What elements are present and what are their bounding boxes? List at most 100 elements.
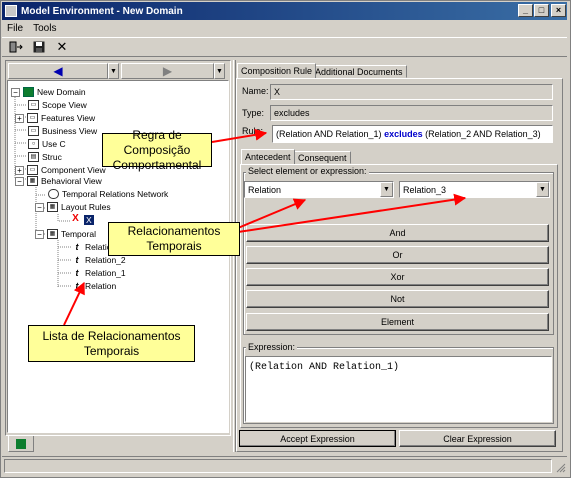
menu-file[interactable]: File [7, 23, 23, 34]
view-icon: ○ [28, 139, 39, 149]
domain-tab-icon [16, 438, 26, 449]
forward-button[interactable]: ▶ [121, 63, 214, 79]
clear-expression-button[interactable]: Clear Expression [399, 430, 556, 447]
tree-node-structural-view[interactable]: ▤ Struc [28, 151, 62, 163]
tree-node-new-domain[interactable]: − New Domain [11, 86, 86, 98]
tree-node-features-view[interactable]: + ▭ Features View [15, 112, 96, 124]
collapse-icon[interactable]: − [35, 229, 44, 239]
type-label: Type: [242, 108, 265, 118]
back-arrow-icon: ◀ [53, 64, 63, 78]
tree-node-temporal-relations-network[interactable]: Temporal Relations Network [48, 188, 168, 200]
toolbar: ✕ [2, 37, 567, 57]
tree-node-relation-1[interactable]: t Relation_1 [72, 267, 126, 279]
save-icon[interactable] [30, 39, 48, 55]
resize-grip-icon[interactable] [555, 462, 566, 473]
tree-label: Struc [42, 152, 62, 162]
close-button[interactable]: × [551, 4, 566, 17]
tree-label: Features View [41, 113, 96, 123]
view-icon: ▤ [28, 152, 39, 162]
tree-label: Temporal Relations Network [62, 189, 169, 199]
collapse-icon[interactable]: − [35, 202, 44, 212]
callout-lista-relacionamentos: Lista de Relacionamentos Temporais [28, 325, 195, 362]
collapse-icon[interactable]: − [15, 176, 24, 186]
maximize-button[interactable]: □ [534, 4, 549, 17]
exit-icon[interactable] [7, 39, 25, 55]
view-icon: ▭ [27, 113, 38, 123]
domain-icon [23, 87, 34, 97]
view-icon: ▭ [28, 100, 39, 110]
menu-tools[interactable]: Tools [33, 23, 56, 34]
element-select-right[interactable]: Relation_3 [399, 181, 550, 198]
collapse-icon[interactable]: − [11, 87, 20, 97]
temporal-relation-icon: t [75, 280, 79, 291]
not-button[interactable]: Not [246, 290, 549, 308]
temporal-relation-icon: t [75, 267, 79, 278]
element-button[interactable]: Element [246, 313, 549, 331]
tree-label: New Domain [37, 87, 86, 97]
view-icon: ▭ [28, 126, 39, 136]
chevron-down-icon[interactable]: ▼ [536, 182, 549, 197]
expression-textarea[interactable]: (Relation AND Relation_1) [245, 356, 552, 422]
tree-label: Component View [41, 165, 106, 175]
xor-button[interactable]: Xor [246, 268, 549, 286]
tree-label: X [84, 215, 94, 225]
temporal-relation-icon: t [75, 241, 79, 252]
tree-label: Scope View [42, 100, 87, 110]
name-field[interactable]: X [270, 84, 553, 100]
chevron-down-icon[interactable]: ▼ [380, 182, 393, 197]
rule-x-icon: X [72, 213, 79, 224]
temporal-icon: ▦ [47, 229, 58, 239]
tree-label: Relation [85, 281, 117, 291]
element-select-left-value: Relation [248, 184, 282, 195]
tree-label: Relation_2 [85, 255, 126, 265]
tree-label: Business View [42, 126, 98, 136]
expression-label: Expression: [246, 342, 298, 352]
tree-node-scope-view[interactable]: ▭ Scope View [28, 99, 87, 111]
rule-field[interactable]: (Relation AND Relation_1) excludes (Rela… [272, 125, 553, 143]
element-select-left[interactable]: Relation [244, 181, 394, 198]
or-button[interactable]: Or [246, 246, 549, 264]
tab-consequent[interactable]: Consequent [294, 151, 351, 164]
accept-expression-button[interactable]: Accept Expression [239, 430, 396, 447]
expand-icon[interactable]: + [15, 113, 24, 123]
tree-label: Relation_1 [85, 268, 126, 278]
title-bar: Model Environment - New Domain [2, 2, 567, 20]
tab-additional-documents[interactable]: Additional Documents [311, 65, 407, 78]
window-title: Model Environment - New Domain [21, 5, 183, 17]
status-pane [4, 459, 552, 473]
expand-icon[interactable]: + [15, 165, 24, 175]
close-x-icon[interactable]: ✕ [53, 39, 71, 55]
callout-regra-composicao: Regra de Composição Comportamental [102, 128, 212, 172]
tree-label: Layout Rules [61, 202, 111, 212]
forward-arrow-icon: ▶ [162, 64, 173, 78]
and-button[interactable]: And [246, 224, 549, 242]
view-icon: ▦ [27, 176, 38, 186]
back-history-dropdown[interactable]: ▼ [108, 63, 119, 79]
rule-operator: excludes [384, 129, 423, 139]
menu-bar: File Tools [2, 21, 567, 36]
tree-label: Behavioral View [41, 176, 102, 186]
tree-node-x[interactable]: X X [70, 214, 94, 226]
tree-node-behavioral-view[interactable]: − ▦ Behavioral View [15, 175, 102, 187]
select-group-label: Select element or expression: [246, 166, 369, 176]
name-label: Name: [242, 86, 269, 96]
app-icon [5, 5, 17, 17]
back-button[interactable]: ◀ [8, 63, 108, 79]
tree-label: Use C [42, 139, 66, 149]
rule-text-post: (Relation_2 AND Relation_3) [422, 129, 541, 139]
tree-tab[interactable] [8, 436, 34, 452]
tree-node-relation-b[interactable]: t Relation [72, 280, 117, 292]
callout-relacionamentos-temporais: Relacionamentos Temporais [108, 222, 240, 256]
tab-composition-rule[interactable]: Composition Rule [237, 63, 317, 78]
type-field[interactable]: excludes [270, 105, 553, 121]
tree-label: Temporal [61, 229, 96, 239]
element-select-right-value: Relation_3 [403, 184, 447, 195]
rule-label: Rule: [242, 126, 264, 136]
tree-node-business-view[interactable]: ▭ Business View [28, 125, 97, 137]
minimize-button[interactable]: _ [518, 4, 533, 17]
tree-node-layout-rules[interactable]: − ▦ Layout Rules [35, 201, 111, 213]
tree-node-temporal[interactable]: − ▦ Temporal [35, 228, 96, 240]
tab-antecedent[interactable]: Antecedent [241, 149, 295, 164]
tree-node-use-case-view[interactable]: ○ Use C [28, 138, 66, 150]
forward-history-dropdown[interactable]: ▼ [214, 63, 225, 79]
